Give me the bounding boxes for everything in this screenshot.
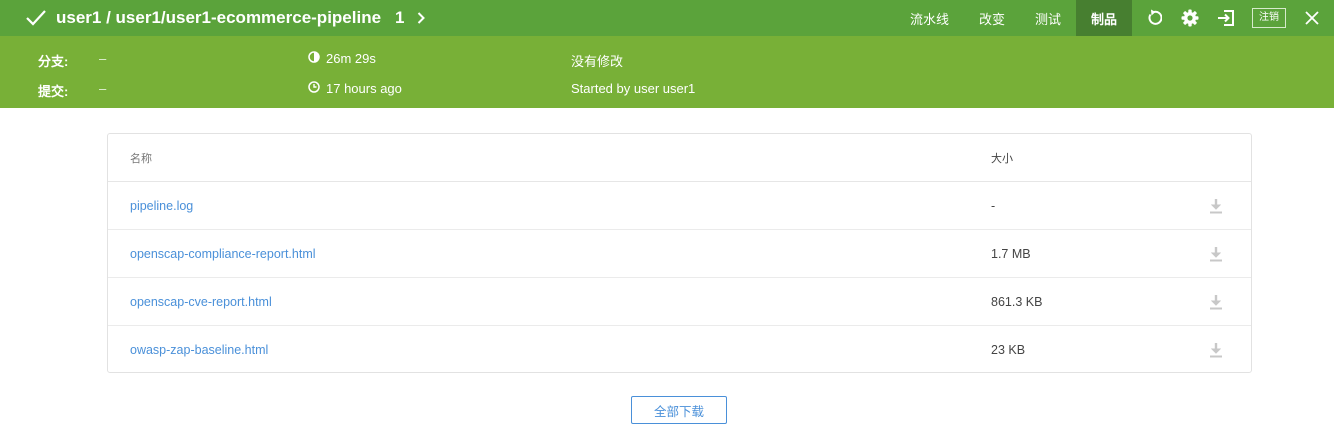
table-header: 名称 大小 [108, 134, 1251, 182]
logout-button[interactable]: 注销 [1252, 8, 1286, 28]
success-check-icon [16, 9, 56, 27]
duration: 26m 29s [308, 51, 376, 66]
run-number: 1 [395, 8, 405, 27]
download-icon[interactable] [1209, 198, 1223, 214]
branch-value: – [99, 51, 107, 66]
tab-tests[interactable]: 测试 [1020, 0, 1076, 36]
pipeline-title[interactable]: user1 / user1/user1-ecommerce-pipeline [56, 8, 381, 28]
download-icon[interactable] [1209, 246, 1223, 262]
run-tabs: 流水线 改变 测试 制品 注销 [895, 0, 1334, 36]
gear-icon[interactable] [1172, 0, 1208, 36]
artifact-link[interactable]: owasp-zap-baseline.html [108, 343, 991, 357]
tab-changes[interactable]: 改变 [964, 0, 1020, 36]
table-row: openscap-compliance-report.html 1.7 MB [108, 230, 1251, 278]
run-header-bar: user1 / user1/user1-ecommerce-pipeline 1… [0, 0, 1334, 36]
changes-text: 没有修改 [571, 54, 624, 69]
artifact-size: 861.3 KB [991, 294, 1043, 309]
artifact-link[interactable]: openscap-compliance-report.html [108, 247, 991, 261]
artifact-size: - [991, 198, 996, 213]
commit-label: 提交: [38, 84, 69, 99]
close-icon[interactable] [1294, 0, 1330, 36]
logout-arrow-icon[interactable] [1208, 0, 1244, 36]
column-name-header: 名称 [130, 152, 152, 165]
artifact-link[interactable]: pipeline.log [108, 199, 991, 213]
artifact-size: 23 KB [991, 343, 1026, 357]
finished-time-text: 17 hours ago [326, 81, 402, 96]
tab-artifacts[interactable]: 制品 [1075, 0, 1132, 36]
artifact-link[interactable]: openscap-cve-report.html [108, 295, 991, 309]
table-row: openscap-cve-report.html 861.3 KB [108, 278, 1251, 326]
commit-value: – [99, 81, 107, 96]
replay-icon[interactable] [1136, 0, 1172, 36]
table-row: pipeline.log - [108, 182, 1251, 230]
duration-text: 26m 29s [326, 51, 376, 66]
artifact-size: 1.7 MB [991, 246, 1031, 261]
table-row: owasp-zap-baseline.html 23 KB [108, 326, 1251, 374]
pipeline-breadcrumb[interactable]: user1 / user1/user1-ecommerce-pipeline 1 [56, 8, 425, 28]
branch-label: 分支: [38, 54, 69, 69]
cause-text: Started by user user1 [571, 81, 696, 96]
clock-icon [308, 81, 320, 96]
chevron-right-icon[interactable] [417, 12, 425, 24]
tab-pipeline[interactable]: 流水线 [895, 0, 964, 36]
artifacts-table: 名称 大小 pipeline.log - openscap-compliance… [107, 133, 1252, 373]
stopwatch-icon [308, 51, 320, 66]
download-icon[interactable] [1209, 294, 1223, 310]
column-size-header: 大小 [991, 152, 1013, 165]
run-summary: 分支: – 提交: – 26m 29s 17 hours ago 没有修改 St… [0, 36, 1334, 108]
finished-time: 17 hours ago [308, 81, 402, 96]
download-icon[interactable] [1209, 342, 1223, 358]
download-all-button[interactable]: 全部下载 [631, 396, 727, 424]
